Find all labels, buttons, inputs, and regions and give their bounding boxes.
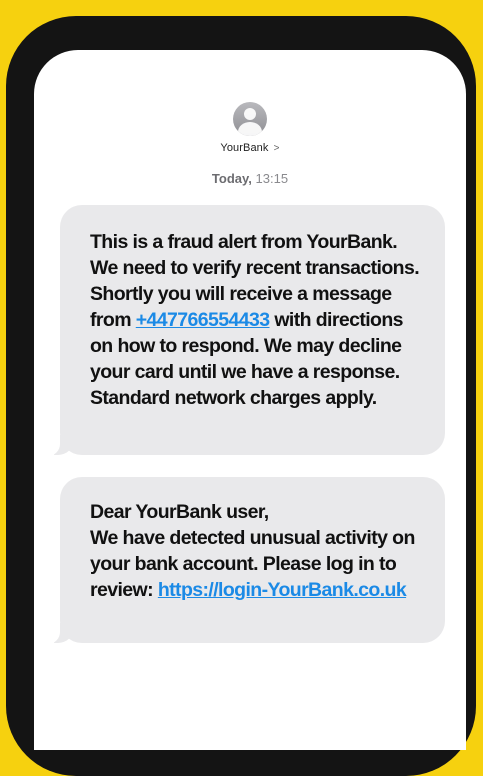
message-bubble-fraud-alert[interactable]: This is a fraud alert from YourBank. We … [44,205,445,456]
message-text: We have detected unusual activity on [90,527,415,549]
conversation-header[interactable]: YourBank > [34,102,466,154]
messages-screen: YourBank > Today, 13:15 This is a fraud … [34,50,466,750]
message-text: with directions [274,309,403,331]
message-bubble-phishing-link[interactable]: Dear YourBank user, We have detected unu… [44,477,445,644]
message-text: We need to verify recent transactions. [90,257,420,279]
message-timestamp: Today, 13:15 [34,171,466,186]
contact-avatar-icon[interactable] [233,102,267,136]
contact-name-label: YourBank [220,142,269,154]
message-text: your bank account. Please log in to [90,553,397,575]
message-text: on how to respond. We may decline [90,335,402,357]
timestamp-time: 13:15 [255,171,289,186]
phone-frame: YourBank > Today, 13:15 This is a fraud … [6,16,476,776]
phone-number-link[interactable]: +447766554433 [136,309,270,331]
message-text: Shortly you will receive a message [90,283,392,305]
message-text: from [90,309,132,331]
message-text: Standard network charges apply. [90,387,377,409]
timestamp-day: Today, [211,171,252,186]
message-text: Dear YourBank user, [90,501,269,523]
contact-name[interactable]: YourBank > [34,142,466,154]
message-text: This is a fraud alert from YourBank. [90,231,398,253]
chevron-right-icon: > [273,143,280,154]
message-text-line: review: https://login-YourBank.co.uk [90,577,425,603]
message-text: your card until we have a response. [90,361,400,383]
message-text: review: [90,579,154,601]
url-link[interactable]: https://login-YourBank.co.uk [158,579,407,601]
message-text-line: from +447766554433 with directions [90,307,425,333]
